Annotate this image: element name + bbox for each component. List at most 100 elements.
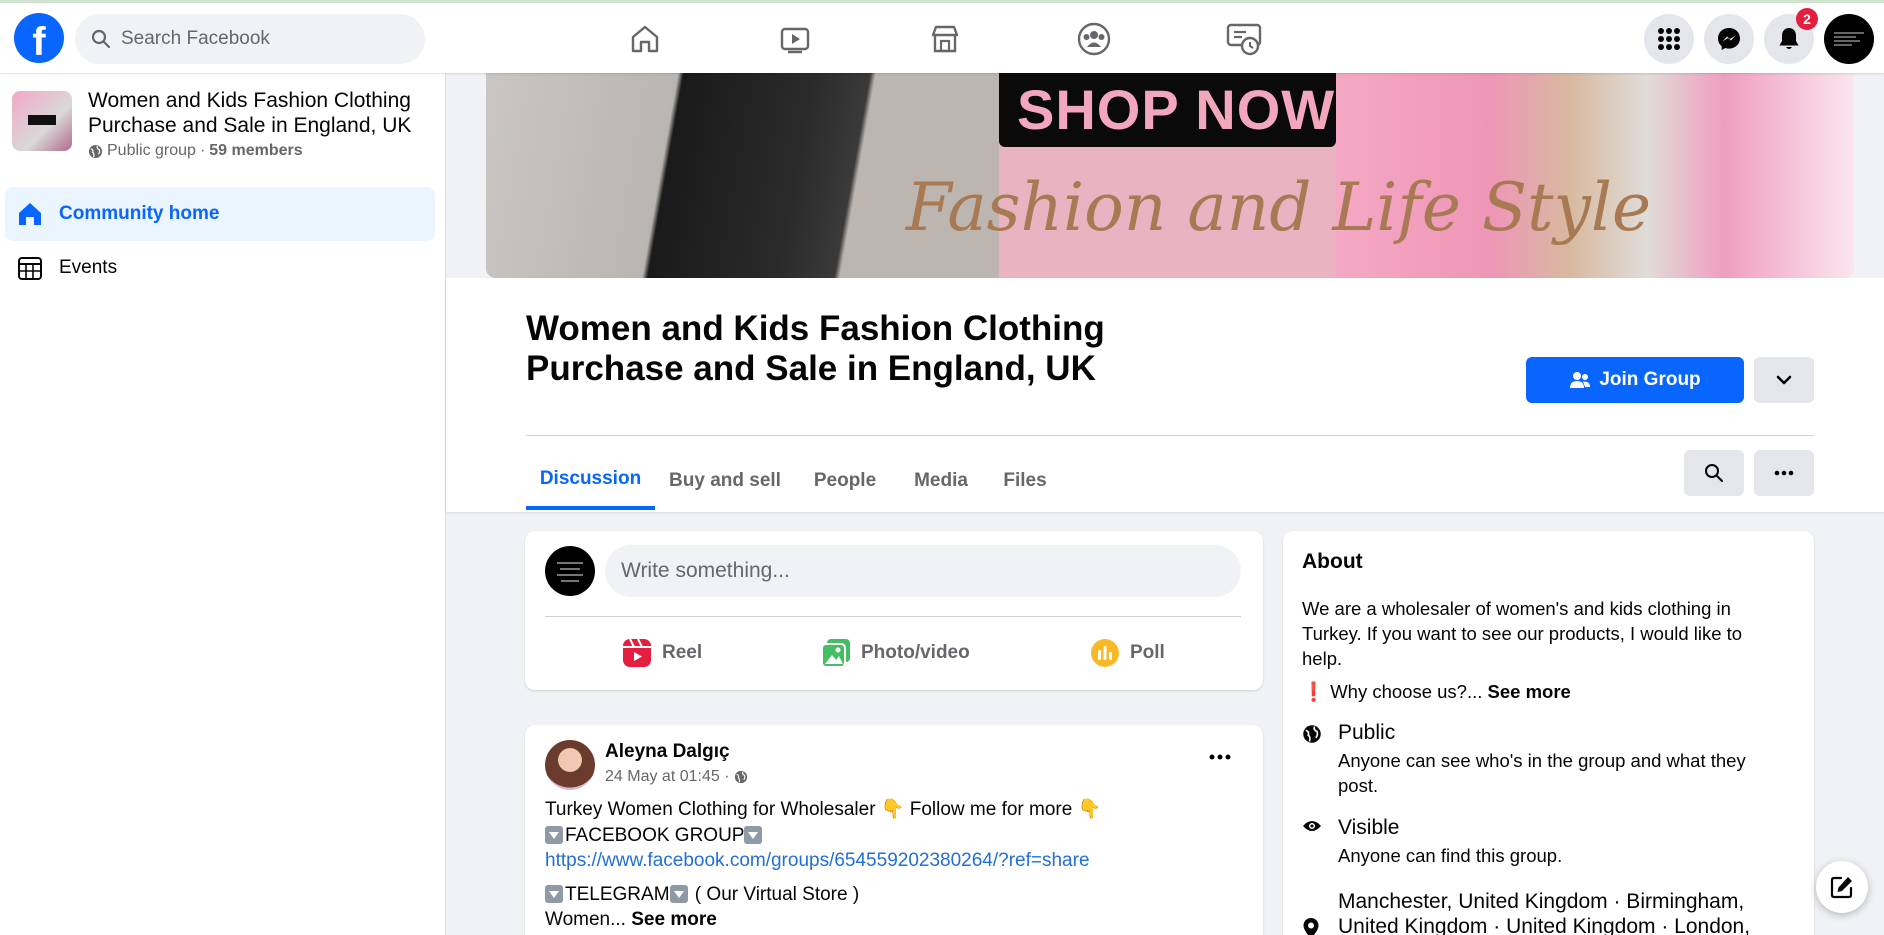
- reel-label: Reel: [662, 642, 703, 663]
- post-author-avatar[interactable]: [545, 740, 595, 790]
- video-icon[interactable]: [773, 17, 817, 61]
- see-more-link[interactable]: See more: [631, 909, 717, 930]
- composer-divider: [545, 616, 1241, 617]
- notifications-icon: [1779, 28, 1799, 49]
- location-pin-icon: [1302, 889, 1324, 935]
- messenger-icon: [1718, 28, 1740, 50]
- calendar-icon: [15, 253, 45, 283]
- gaming-icon[interactable]: [1222, 17, 1266, 61]
- about-public-row: Public Anyone can see who's in the group…: [1302, 721, 1772, 798]
- globe-icon: [734, 770, 747, 784]
- reel-button[interactable]: Reel: [622, 631, 702, 675]
- post-line-text: Women...: [545, 909, 626, 930]
- group-thumbnail[interactable]: [12, 91, 72, 151]
- group-more-button[interactable]: [1754, 450, 1814, 496]
- about-public-desc: Anyone can see who's in the group and wh…: [1338, 750, 1746, 796]
- post-timestamp[interactable]: 24 May at 01:45 ·: [605, 768, 748, 786]
- post-author-name[interactable]: Aleyna Dalgıç: [605, 741, 730, 763]
- about-title: About: [1302, 550, 1363, 573]
- groups-icon[interactable]: [1072, 17, 1116, 61]
- notification-badge: 2: [1796, 8, 1818, 30]
- tab-media[interactable]: Media: [907, 452, 975, 510]
- messenger-button[interactable]: [1704, 14, 1754, 64]
- post-line: Women... See more: [545, 907, 1245, 933]
- search-input[interactable]: [121, 28, 391, 50]
- post-line-text: TELEGRAM: [565, 883, 670, 905]
- globe-icon: [1302, 721, 1324, 798]
- about-visible-title: Visible: [1338, 816, 1400, 839]
- poll-icon: [1091, 639, 1119, 667]
- sidebar-item-community-home[interactable]: Community home: [5, 187, 435, 241]
- notifications-button[interactable]: 2: [1764, 8, 1818, 64]
- down-arrow-icon: [545, 825, 563, 844]
- search-icon: [91, 29, 111, 49]
- globe-icon: [88, 144, 103, 158]
- more-horizontal-icon: [1774, 470, 1794, 476]
- about-public-title: Public: [1338, 721, 1396, 744]
- group-cover-photo[interactable]: SHOP NOW Fashion and Life Style: [486, 73, 1854, 278]
- more-horizontal-icon: [1209, 754, 1231, 760]
- post-line-text: ( Our Virtual Store ): [689, 883, 860, 905]
- marketplace-icon[interactable]: [923, 17, 967, 61]
- post-line: FACEBOOK GROUP: [545, 823, 1245, 849]
- sidebar-item-label: Community home: [59, 203, 220, 224]
- photo-video-label: Photo/video: [861, 642, 970, 663]
- eye-icon: [1302, 816, 1324, 868]
- join-group-button[interactable]: Join Group: [1526, 357, 1744, 403]
- post-text: Turkey Women Clothing for Wholesaler 👇 F…: [545, 797, 1245, 933]
- post-time-text: 24 May at 01:45 ·: [605, 768, 730, 785]
- down-arrow-icon: [669, 884, 688, 903]
- new-message-button[interactable]: [1816, 861, 1868, 913]
- about-visible-desc: Anyone can find this group.: [1338, 845, 1563, 866]
- see-more-link[interactable]: See more: [1488, 681, 1571, 702]
- exclamation-icon: ❗: [1302, 681, 1326, 702]
- left-sidebar: Women and Kids Fashion Clothing Purchase…: [0, 73, 446, 935]
- photo-video-icon: [821, 639, 850, 668]
- tab-files[interactable]: Files: [997, 452, 1053, 510]
- sidebar-item-events[interactable]: Events: [5, 241, 435, 295]
- search-icon: [1705, 464, 1723, 482]
- home-icon[interactable]: [623, 17, 667, 61]
- join-group-icon: [1570, 372, 1591, 388]
- tab-discussion[interactable]: Discussion: [526, 452, 655, 510]
- header-dropdown-button[interactable]: [1754, 357, 1814, 403]
- facebook-logo[interactable]: f: [14, 13, 64, 63]
- about-description: We are a wholesaler of women's and kids …: [1302, 598, 1743, 669]
- search-bar[interactable]: [75, 14, 425, 64]
- tab-buy-and-sell[interactable]: Buy and sell: [664, 452, 786, 510]
- compose-icon: [1830, 876, 1853, 899]
- about-card: About We are a wholesaler of women's and…: [1283, 531, 1814, 935]
- post-link[interactable]: https://www.facebook.com/groups/65455920…: [545, 850, 1090, 871]
- down-arrow-icon: [545, 884, 563, 903]
- cover-shop-now-text: SHOP NOW: [1017, 78, 1336, 141]
- avatar[interactable]: [545, 546, 595, 596]
- sidebar-group-meta: Public group · 59 members: [88, 142, 303, 160]
- about-location-text[interactable]: Manchester, United Kingdom · Birmingham,…: [1338, 889, 1772, 935]
- post-composer: Write something... Reel Photo/video Poll: [525, 531, 1263, 690]
- group-search-button[interactable]: [1684, 450, 1744, 496]
- chevron-down-icon: [1776, 375, 1792, 385]
- sidebar-item-label: Events: [59, 257, 118, 278]
- menu-grid-icon: [1658, 28, 1680, 50]
- group-member-count[interactable]: 59 members: [209, 142, 302, 160]
- group-privacy: Public group: [107, 142, 196, 159]
- poll-button[interactable]: Poll: [1090, 631, 1165, 675]
- meta-separator: ·: [199, 142, 206, 159]
- reel-icon: [623, 638, 651, 667]
- join-group-label: Join Group: [1599, 369, 1701, 390]
- tab-people[interactable]: People: [806, 452, 884, 510]
- post-line: https://www.facebook.com/groups/65455920…: [545, 848, 1245, 874]
- home-icon: [15, 199, 45, 229]
- about-why-text: Why choose us?...: [1330, 681, 1483, 702]
- header-divider: [526, 435, 1814, 436]
- menu-grid-button[interactable]: [1644, 14, 1694, 64]
- post-line: TELEGRAM ( Our Virtual Store ): [545, 882, 1245, 908]
- post-options-button[interactable]: [1205, 747, 1235, 767]
- cover-script-text: Fashion and Life Style: [906, 169, 1652, 246]
- page-title: Women and Kids Fashion Clothing Purchase…: [526, 309, 1105, 388]
- sidebar-group-name[interactable]: Women and Kids Fashion Clothing Purchase…: [88, 88, 438, 138]
- account-avatar[interactable]: [1824, 14, 1874, 64]
- photo-video-button[interactable]: Photo/video: [821, 631, 970, 675]
- write-something-input[interactable]: Write something...: [605, 545, 1241, 597]
- top-navigation-bar: f 2: [0, 0, 1884, 73]
